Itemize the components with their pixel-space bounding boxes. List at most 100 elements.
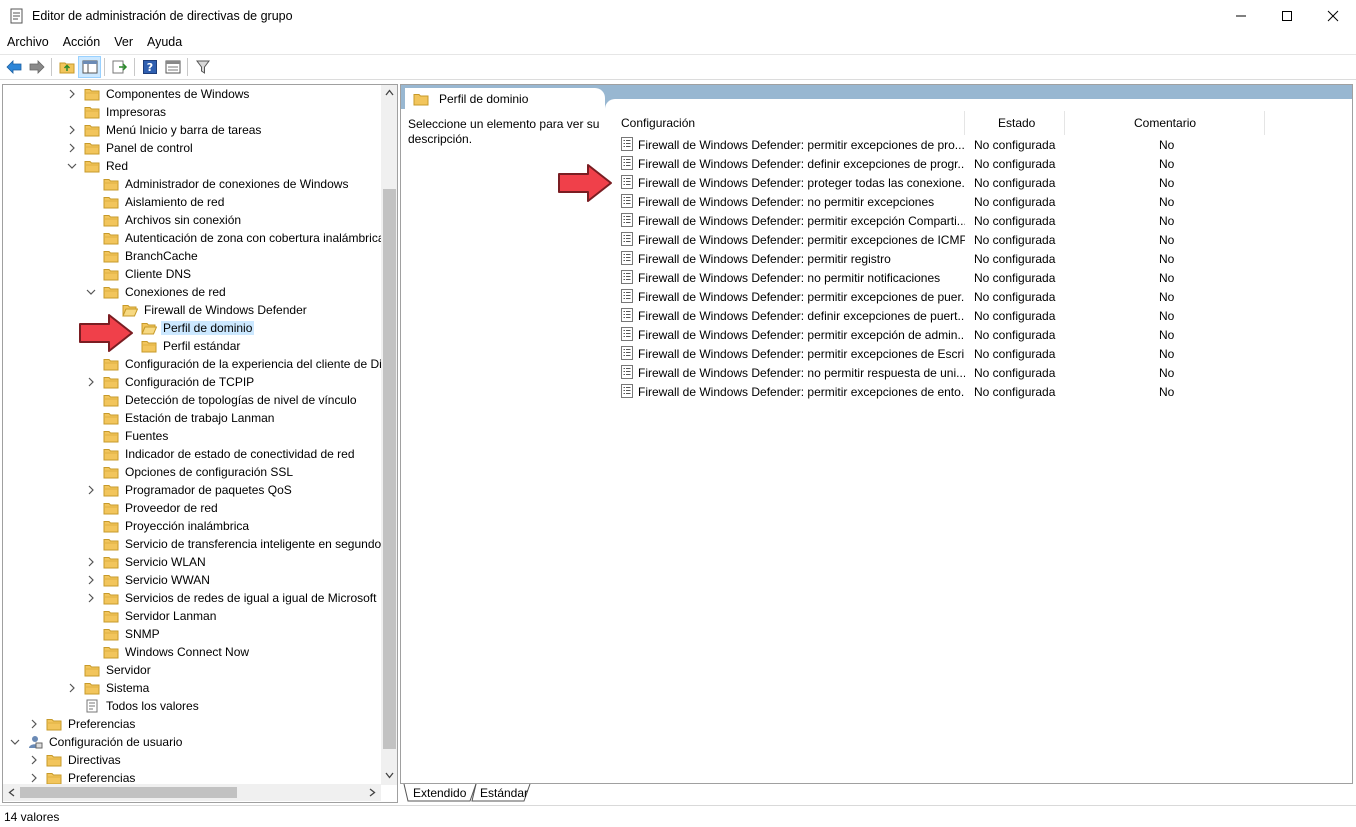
column-header-comentario[interactable]: Comentario	[1134, 111, 1196, 135]
tree-item[interactable]: Menú Inicio y barra de tareas	[66, 121, 263, 139]
chevron-right-icon[interactable]	[66, 682, 78, 694]
tree-item[interactable]: Sistema	[66, 679, 151, 697]
back-button[interactable]	[2, 56, 25, 78]
tree-item[interactable]: Indicador de estado de conectividad de r…	[85, 445, 357, 463]
forward-button[interactable]	[25, 56, 48, 78]
tree-item[interactable]: Componentes de Windows	[66, 85, 251, 103]
table-row[interactable]: Firewall de Windows Defender: permitir e…	[614, 382, 1352, 401]
table-row[interactable]: Firewall de Windows Defender: permitir r…	[614, 249, 1352, 268]
chevron-right-icon[interactable]	[66, 88, 78, 100]
console-tree[interactable]: Componentes de Windows Impresoras Menú I…	[2, 84, 398, 803]
tree-item[interactable]: Detección de topologías de nivel de vínc…	[85, 391, 359, 409]
table-row[interactable]: Firewall de Windows Defender: proteger t…	[614, 173, 1352, 192]
minimize-button[interactable]	[1218, 0, 1264, 32]
tree-item[interactable]: Opciones de configuración SSL	[85, 463, 295, 481]
menu-archivo[interactable]: Archivo	[3, 35, 56, 49]
tree-item-label: Detección de topologías de nivel de vínc…	[125, 393, 357, 407]
tree-item[interactable]: Directivas	[28, 751, 123, 769]
tree-item[interactable]: Servidor	[66, 661, 153, 679]
table-row[interactable]: Firewall de Windows Defender: no permiti…	[614, 192, 1352, 211]
tree-item[interactable]: Configuración de TCPIP	[85, 373, 256, 391]
table-row[interactable]: Firewall de Windows Defender: permitir e…	[614, 287, 1352, 306]
chevron-right-icon[interactable]	[66, 124, 78, 136]
chevron-right-icon[interactable]	[28, 754, 40, 766]
column-header-configuracion[interactable]: Configuración	[621, 111, 695, 135]
tree-item[interactable]: Servicio de transferencia inteligente en…	[85, 535, 393, 553]
chevron-right-icon[interactable]	[85, 376, 97, 388]
tree-item[interactable]: Servidor Lanman	[85, 607, 218, 625]
tree-vertical-scrollbar[interactable]	[381, 85, 397, 785]
tree-item[interactable]: Programador de paquetes QoS	[85, 481, 294, 499]
up-level-button[interactable]	[55, 56, 78, 78]
tree-item-perfil-de-dominio[interactable]: Perfil de dominio	[123, 319, 255, 337]
scroll-down-icon[interactable]	[385, 772, 394, 779]
menu-ver[interactable]: Ver	[110, 35, 140, 49]
filter-button[interactable]	[191, 56, 214, 78]
table-row[interactable]: Firewall de Windows Defender: definir ex…	[614, 306, 1352, 325]
chevron-right-icon[interactable]	[28, 718, 40, 730]
scroll-right-icon[interactable]	[369, 788, 376, 797]
chevron-right-icon[interactable]	[85, 592, 97, 604]
tree-item[interactable]: Panel de control	[66, 139, 195, 157]
tree-item[interactable]: Servicio WLAN	[85, 553, 208, 571]
chevron-right-icon[interactable]	[28, 772, 40, 784]
chevron-right-icon[interactable]	[85, 484, 97, 496]
tree-item[interactable]: Estación de trabajo Lanman	[85, 409, 276, 427]
chevron-down-icon[interactable]	[85, 286, 97, 298]
tree-item[interactable]: Conexiones de red	[85, 283, 228, 301]
tree-item[interactable]: Impresoras	[66, 103, 168, 121]
chevron-right-icon[interactable]	[85, 574, 97, 586]
tree-item[interactable]: Windows Connect Now	[85, 643, 251, 661]
column-divider[interactable]	[1064, 111, 1065, 135]
tab-estandar[interactable]: Estándar	[480, 784, 528, 802]
tree-item[interactable]: Autenticación de zona con cobertura inal…	[85, 229, 387, 247]
table-row[interactable]: Firewall de Windows Defender: no permiti…	[614, 363, 1352, 382]
tree-item[interactable]: Archivos sin conexión	[85, 211, 243, 229]
tree-item[interactable]: Red	[66, 157, 130, 175]
tree-item[interactable]: Configuración de la experiencia del clie…	[85, 355, 388, 373]
chevron-down-icon[interactable]	[66, 160, 78, 172]
column-divider[interactable]	[1264, 111, 1265, 135]
tree-item[interactable]: Cliente DNS	[85, 265, 193, 283]
table-row[interactable]: Firewall de Windows Defender: no permiti…	[614, 268, 1352, 287]
tree-item[interactable]: Configuración de usuario	[9, 733, 184, 751]
chevron-right-icon[interactable]	[66, 142, 78, 154]
menu-accion[interactable]: Acción	[59, 35, 108, 49]
table-row[interactable]: Firewall de Windows Defender: permitir e…	[614, 135, 1352, 154]
table-row[interactable]: Firewall de Windows Defender: permitir e…	[614, 230, 1352, 249]
setting-name: Firewall de Windows Defender: permitir r…	[638, 251, 891, 266]
tree-item[interactable]: Administrador de conexiones de Windows	[85, 175, 350, 193]
column-header-estado[interactable]: Estado	[998, 111, 1035, 135]
table-row[interactable]: Firewall de Windows Defender: permitir e…	[614, 211, 1352, 230]
tree-item[interactable]: Servicio WWAN	[85, 571, 212, 589]
export-list-button[interactable]	[108, 56, 131, 78]
tree-horizontal-scrollbar[interactable]	[3, 784, 381, 801]
menu-ayuda[interactable]: Ayuda	[143, 35, 189, 49]
close-button[interactable]	[1310, 0, 1356, 32]
chevron-right-icon[interactable]	[85, 556, 97, 568]
tree-item[interactable]: Preferencias	[28, 715, 137, 733]
tab-extendido[interactable]: Extendido	[413, 784, 466, 802]
chevron-down-icon[interactable]	[9, 736, 21, 748]
table-row[interactable]: Firewall de Windows Defender: definir ex…	[614, 154, 1352, 173]
maximize-button[interactable]	[1264, 0, 1310, 32]
tree-item[interactable]: Fuentes	[85, 427, 170, 445]
tree-item[interactable]: Proveedor de red	[85, 499, 220, 517]
show-hide-tree-button[interactable]	[78, 56, 101, 78]
table-row[interactable]: Firewall de Windows Defender: permitir e…	[614, 325, 1352, 344]
tree-item[interactable]: Todos los valores	[66, 697, 201, 715]
tree-item[interactable]: Proyección inalámbrica	[85, 517, 251, 535]
tree-item[interactable]: Aislamiento de red	[85, 193, 226, 211]
scroll-up-icon[interactable]	[385, 89, 394, 96]
column-divider[interactable]	[964, 111, 965, 135]
tree-vscroll-thumb[interactable]	[383, 189, 396, 749]
scroll-left-icon[interactable]	[8, 788, 15, 797]
tree-item[interactable]: BranchCache	[85, 247, 200, 265]
tree-item[interactable]: Perfil estándar	[123, 337, 242, 355]
tree-item[interactable]: SNMP	[85, 625, 162, 643]
tree-hscroll-thumb[interactable]	[20, 787, 237, 798]
help-button[interactable]: ?	[138, 56, 161, 78]
table-row[interactable]: Firewall de Windows Defender: permitir e…	[614, 344, 1352, 363]
tree-item[interactable]: Servicios de redes de igual a igual de M…	[85, 589, 378, 607]
properties-button[interactable]	[161, 56, 184, 78]
